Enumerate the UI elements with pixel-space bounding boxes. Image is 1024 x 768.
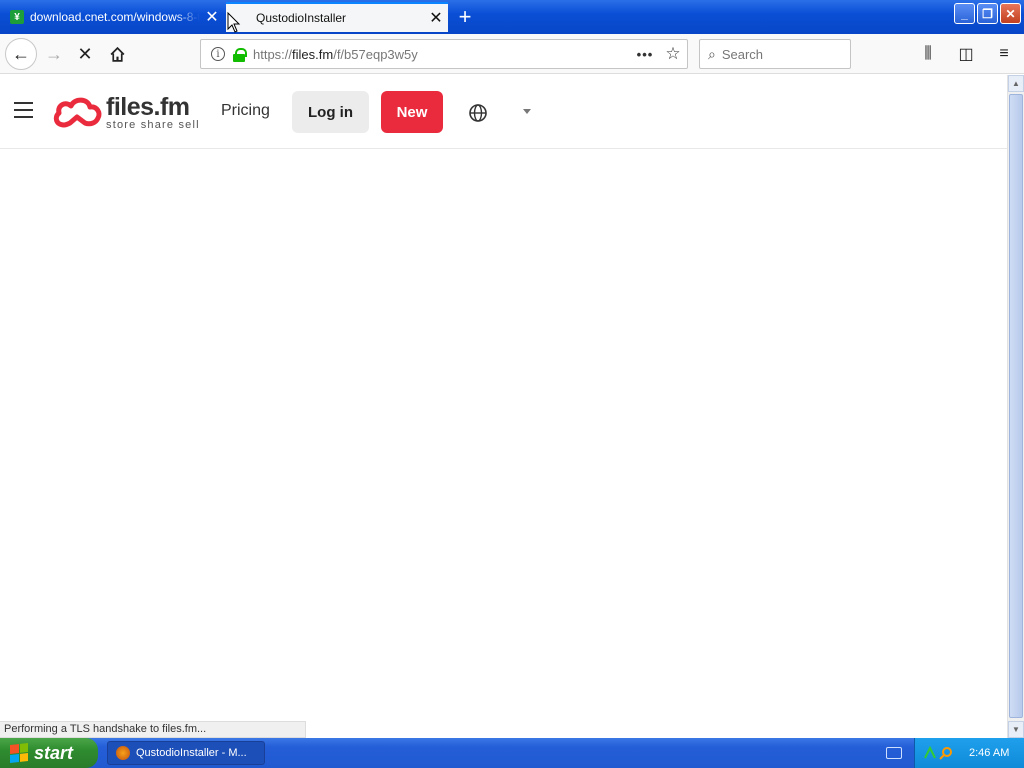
scroll-up-icon[interactable]: ▲ — [1008, 75, 1024, 92]
windows-flag-icon — [10, 743, 28, 763]
keyboard-icon[interactable] — [886, 747, 902, 759]
magnifier-tray-icon[interactable] — [939, 746, 953, 760]
start-label: start — [34, 742, 74, 763]
minimize-button[interactable]: _ — [954, 3, 975, 24]
start-button[interactable]: start — [0, 738, 98, 768]
pricing-link[interactable]: Pricing — [221, 102, 270, 120]
url-scheme: https:// — [253, 46, 293, 62]
page-actions-icon[interactable]: ••• — [631, 47, 659, 62]
forward-button[interactable]: → — [42, 42, 66, 66]
logo-name: files.fm — [106, 93, 190, 121]
system-tray: 2:46 AM — [914, 738, 1024, 768]
back-button[interactable]: ← — [5, 38, 37, 70]
language-dropdown-caret-icon[interactable] — [523, 109, 531, 114]
scrollbar-thumb[interactable] — [1009, 94, 1023, 718]
home-button[interactable] — [105, 42, 129, 66]
search-input[interactable]: ⌕ Search — [699, 39, 851, 69]
stop-loading-button[interactable]: ✕ — [73, 42, 97, 66]
search-placeholder: Search — [721, 46, 764, 62]
toolbar-right-icons: ⫼ ◫ ≡ — [916, 42, 1016, 66]
task-label: QustodioInstaller - M... — [136, 747, 247, 759]
tab-cnet-download[interactable]: ¥ download.cnet.com/windows-8-t ✕ — [0, 2, 224, 32]
site-header: files.fm store share sell Pricing Log in… — [0, 75, 1007, 149]
clock: 2:46 AM — [969, 747, 1010, 759]
mouse-cursor-icon — [227, 12, 241, 33]
window-controls: _ ❐ ✕ — [954, 3, 1021, 24]
lock-icon — [233, 47, 247, 62]
sidebar-icon[interactable]: ◫ — [954, 42, 978, 66]
search-icon: ⌕ — [708, 45, 716, 62]
stop-icon: ✕ — [77, 43, 93, 64]
page-scrollbar[interactable]: ▲ ▼ — [1007, 75, 1024, 738]
tab-close-icon[interactable]: ✕ — [424, 8, 448, 28]
tab-title: QustodioInstaller — [256, 11, 347, 25]
library-icon[interactable]: ⫼ — [916, 42, 940, 66]
files-fm-logo[interactable]: files.fm store share sell — [52, 93, 200, 133]
bookmark-star-icon[interactable]: ☆ — [659, 44, 687, 64]
taskbar-item-firefox[interactable]: QustodioInstaller - M... — [107, 741, 265, 765]
new-button[interactable]: New — [381, 91, 443, 133]
cnet-download-icon: ¥ — [10, 10, 24, 24]
status-bar: Performing a TLS handshake to files.fm..… — [0, 721, 306, 738]
arrow-right-icon: → — [45, 43, 63, 64]
hamburger-menu-icon[interactable] — [14, 102, 33, 118]
scroll-down-icon[interactable]: ▼ — [1008, 721, 1024, 738]
new-tab-button[interactable]: + — [452, 4, 478, 30]
close-window-button[interactable]: ✕ — [1000, 3, 1021, 24]
url-path: /f/b57eqp3w5y — [333, 46, 418, 62]
arrow-left-icon: ← — [12, 43, 30, 64]
windows-taskbar: start QustodioInstaller - M... 2:46 AM — [0, 738, 1024, 768]
cloud-logo-icon — [53, 97, 102, 128]
address-bar[interactable]: i https://files.fm/f/b57eqp3w5y ••• ☆ — [200, 39, 688, 69]
logo-tagline: store share sell — [106, 119, 200, 131]
site-info-icon[interactable]: i — [211, 47, 225, 61]
tab-qustodio-installer[interactable]: QustodioInstaller ✕ — [226, 2, 448, 32]
home-icon — [110, 46, 124, 62]
tab-title: download.cnet.com/windows-8-t — [30, 10, 200, 24]
url-host: files.fm — [292, 46, 334, 62]
firefox-icon — [116, 746, 130, 760]
globe-icon[interactable] — [468, 103, 488, 123]
tab-close-icon[interactable]: ✕ — [200, 7, 224, 27]
navigation-toolbar: ← → ✕ i https://files.fm/f/b57eqp3w5y ••… — [0, 34, 1024, 74]
page-viewport: files.fm store share sell Pricing Log in… — [0, 75, 1007, 738]
restore-button[interactable]: ❐ — [977, 3, 998, 24]
login-button[interactable]: Log in — [292, 91, 369, 133]
menu-icon[interactable]: ≡ — [992, 42, 1016, 66]
url-text: https://files.fm/f/b57eqp3w5y — [253, 47, 631, 62]
network-icon[interactable] — [923, 746, 937, 760]
browser-tab-strip: ¥ download.cnet.com/windows-8-t ✕ Qustod… — [0, 0, 1024, 34]
